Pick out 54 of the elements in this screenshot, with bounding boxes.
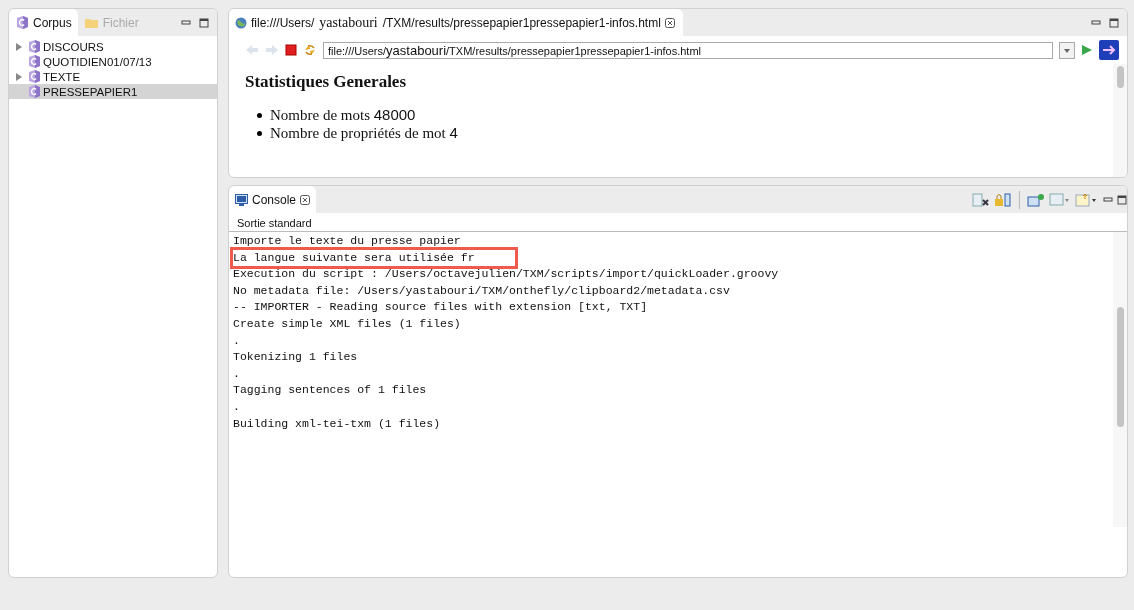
bullet-icon <box>257 112 262 118</box>
console-line: Create simple XML files (1 files) <box>233 315 461 332</box>
corpus-icon <box>27 69 41 84</box>
tree-item[interactable]: PRESSEPAPIER1 <box>9 84 217 99</box>
refresh-icon[interactable] <box>303 43 317 57</box>
scrollbar[interactable] <box>1113 64 1127 177</box>
stop-icon[interactable] <box>285 44 297 56</box>
maximize-icon[interactable] <box>1117 194 1127 205</box>
tree-item[interactable]: QUOTIDIEN01/07/13 <box>9 54 217 69</box>
collapsed-arrow-icon[interactable] <box>15 72 23 81</box>
console-line: La langue suivante sera utilisée fr <box>233 249 515 267</box>
pin-console-icon[interactable] <box>1027 192 1045 207</box>
globe-icon <box>235 16 247 29</box>
console-line: Building xml-tei-txm (1 files) <box>233 415 441 432</box>
stat-text: Nombre de mots 48000 <box>270 106 416 124</box>
console-tab[interactable]: Console <box>229 186 317 213</box>
clear-console-icon[interactable] <box>972 192 990 207</box>
dropdown-button-icon[interactable] <box>1059 41 1075 59</box>
console-line: . <box>233 365 240 382</box>
console-line: . <box>233 398 240 415</box>
maximize-icon[interactable] <box>199 17 209 28</box>
scrollbar[interactable] <box>1113 232 1127 527</box>
app-logo-icon[interactable] <box>1099 40 1119 60</box>
tree-item[interactable]: TEXTE <box>9 69 217 84</box>
console-line: Tagging sentences of 1 files <box>233 382 427 399</box>
stat-text: Nombre de propriétés de mot 4 <box>270 124 458 142</box>
maximize-icon[interactable] <box>1109 17 1119 28</box>
folder-icon <box>83 16 99 29</box>
new-console-icon[interactable] <box>1075 192 1099 207</box>
collapsed-arrow-icon[interactable] <box>15 42 23 51</box>
console-line: . <box>233 332 240 349</box>
minimize-icon[interactable] <box>181 17 191 28</box>
close-icon[interactable] <box>300 194 311 205</box>
close-icon[interactable] <box>664 17 675 28</box>
console-line: No metadata file: /Users/yastabouri/TXM/onthefly/clipboard2/metadata.csv <box>233 282 730 299</box>
minimize-icon[interactable] <box>1103 194 1113 205</box>
corpus-icon <box>27 54 41 69</box>
corpus-icon <box>15 15 29 30</box>
bullet-icon <box>257 130 262 136</box>
minimize-icon[interactable] <box>1091 17 1101 28</box>
corpus-icon <box>27 84 41 99</box>
console-line: Tokenizing 1 files <box>233 349 358 366</box>
console-line: Execution du script : /Users/octavejulien/TXM/scripts/import/quickLoader.groovy <box>233 266 779 283</box>
page-heading: Statistiques Generales <box>245 72 408 92</box>
panel-tab[interactable]: Corpus <box>9 9 78 36</box>
play-icon[interactable] <box>1081 44 1093 56</box>
corpus-icon <box>27 39 41 54</box>
browser-tab[interactable]: file:///Users/ yastabouri /TXM/results/pressepapier1pressepapier1-infos.html <box>229 9 683 36</box>
console-line: Importe le texte du presse papier <box>233 233 461 249</box>
monitor-icon <box>235 193 248 206</box>
url-field[interactable]: file:///Users/yastabouri/TXM/results/pressepapier1pressepapier1-infos.html <box>323 41 1053 59</box>
console-line: -- IMPORTER - Reading source files with extension [txt, TXT] <box>233 299 648 316</box>
tree-item[interactable]: DISCOURS <box>9 39 217 54</box>
output-label: Sortie standard <box>237 217 312 229</box>
